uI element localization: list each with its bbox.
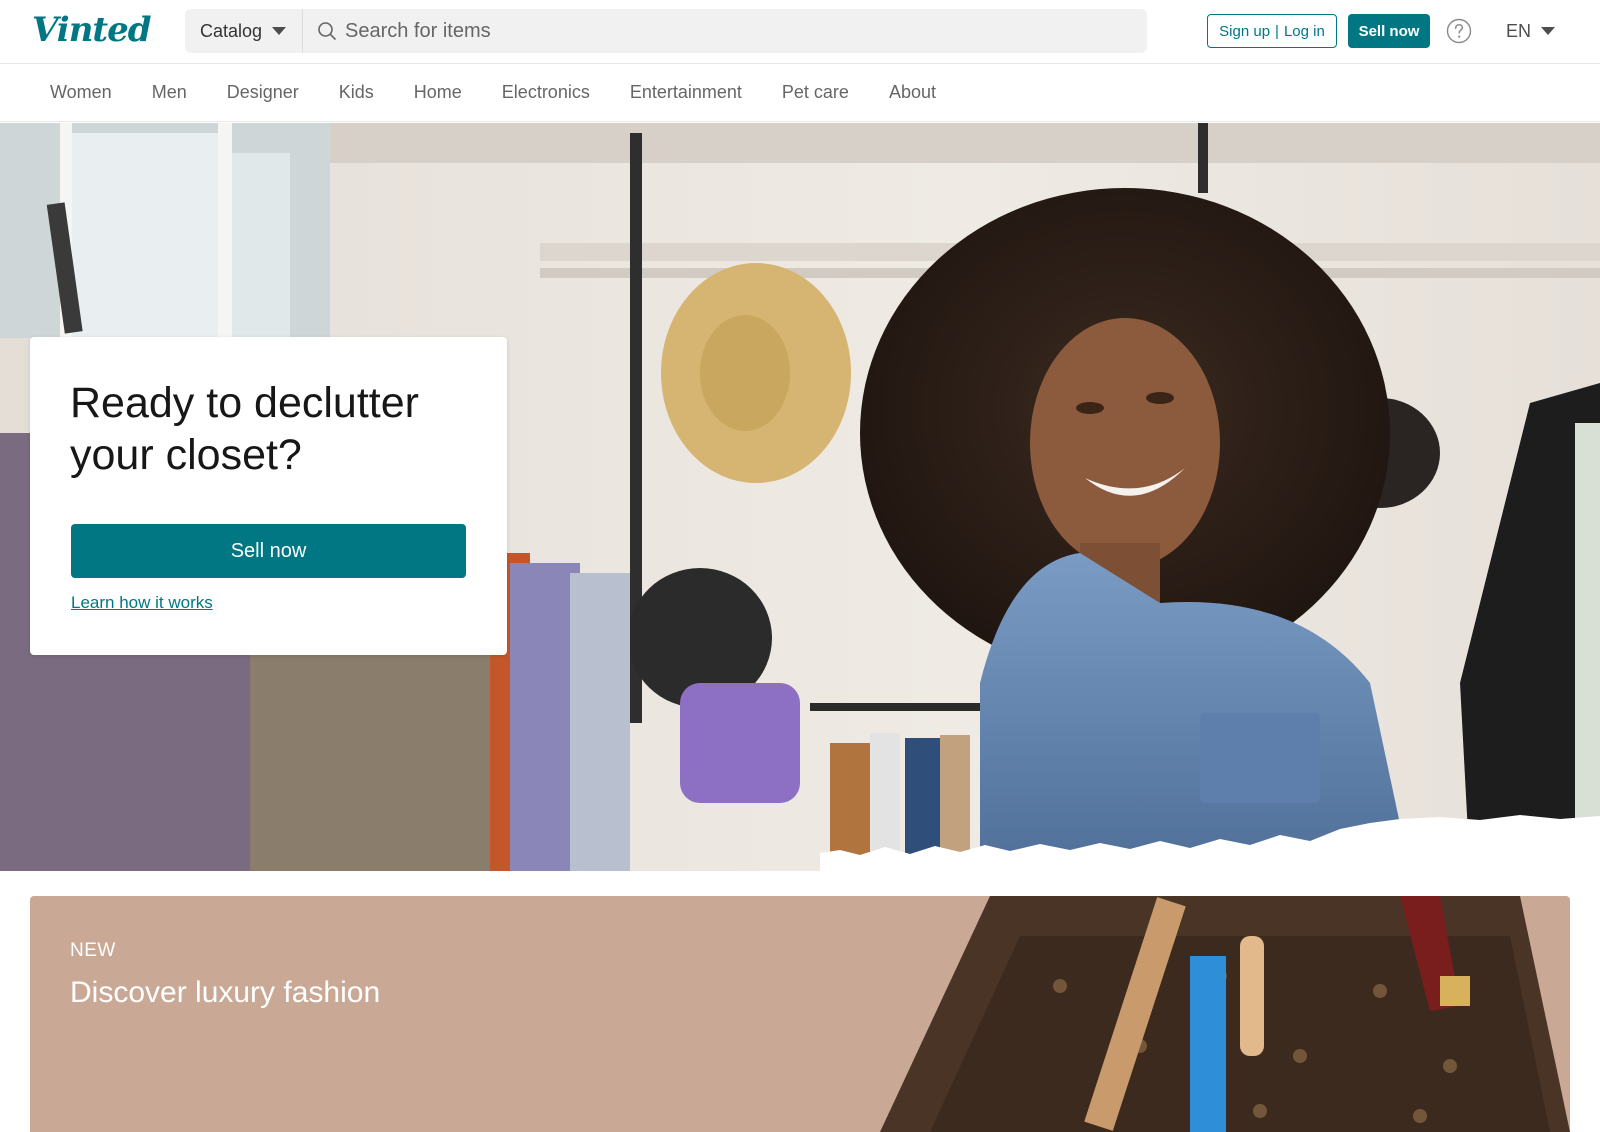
search-bar: Catalog bbox=[185, 9, 1147, 53]
new-badge: NEW bbox=[70, 940, 116, 961]
vinted-logo[interactable]: Vinted bbox=[32, 8, 152, 52]
chevron-down-icon bbox=[1541, 27, 1556, 35]
language-label: EN bbox=[1506, 20, 1532, 41]
header-sell-now-button[interactable]: Sell now bbox=[1348, 14, 1430, 48]
nav-item-designer[interactable]: Designer bbox=[227, 82, 299, 103]
nav-item-kids[interactable]: Kids bbox=[339, 82, 374, 103]
nav-item-electronics[interactable]: Electronics bbox=[502, 82, 590, 103]
hero-title: Ready to declutter your closet? bbox=[70, 379, 419, 479]
divider: | bbox=[1275, 22, 1279, 40]
nav-item-women[interactable]: Women bbox=[50, 82, 112, 103]
help-icon[interactable] bbox=[1446, 18, 1472, 44]
search-input[interactable] bbox=[345, 9, 1147, 53]
nav-item-pet-care[interactable]: Pet care bbox=[782, 82, 849, 103]
signup-login-button[interactable]: Sign up | Log in bbox=[1207, 14, 1337, 48]
nav-item-about[interactable]: About bbox=[889, 82, 936, 103]
login-link[interactable]: Log in bbox=[1284, 23, 1325, 40]
hero-card: Ready to declutter your closet? Sell now… bbox=[30, 337, 507, 655]
catalog-dropdown[interactable]: Catalog bbox=[185, 9, 303, 53]
nav-item-home[interactable]: Home bbox=[414, 82, 462, 103]
luxury-banner[interactable]: NEW Discover luxury fashion bbox=[30, 896, 1570, 1132]
luxury-title: Discover luxury fashion bbox=[70, 976, 381, 1009]
language-selector[interactable]: EN bbox=[1506, 18, 1556, 44]
search-icon bbox=[317, 21, 337, 41]
hero-banner: Ready to declutter your closet? Sell now… bbox=[0, 123, 1600, 871]
category-nav: Women Men Designer Kids Home Electronics… bbox=[0, 64, 1600, 122]
hero-sell-now-button[interactable]: Sell now bbox=[71, 524, 466, 578]
signup-link[interactable]: Sign up bbox=[1219, 23, 1270, 40]
nav-item-entertainment[interactable]: Entertainment bbox=[630, 82, 742, 103]
catalog-label: Catalog bbox=[200, 20, 263, 41]
luxury-handbag-image bbox=[880, 896, 1570, 1132]
learn-how-it-works-link[interactable]: Learn how it works bbox=[71, 593, 213, 613]
top-header: Vinted Catalog Sign up | Log in Sell now… bbox=[0, 0, 1600, 64]
nav-item-men[interactable]: Men bbox=[152, 82, 187, 103]
chevron-down-icon bbox=[272, 27, 287, 35]
